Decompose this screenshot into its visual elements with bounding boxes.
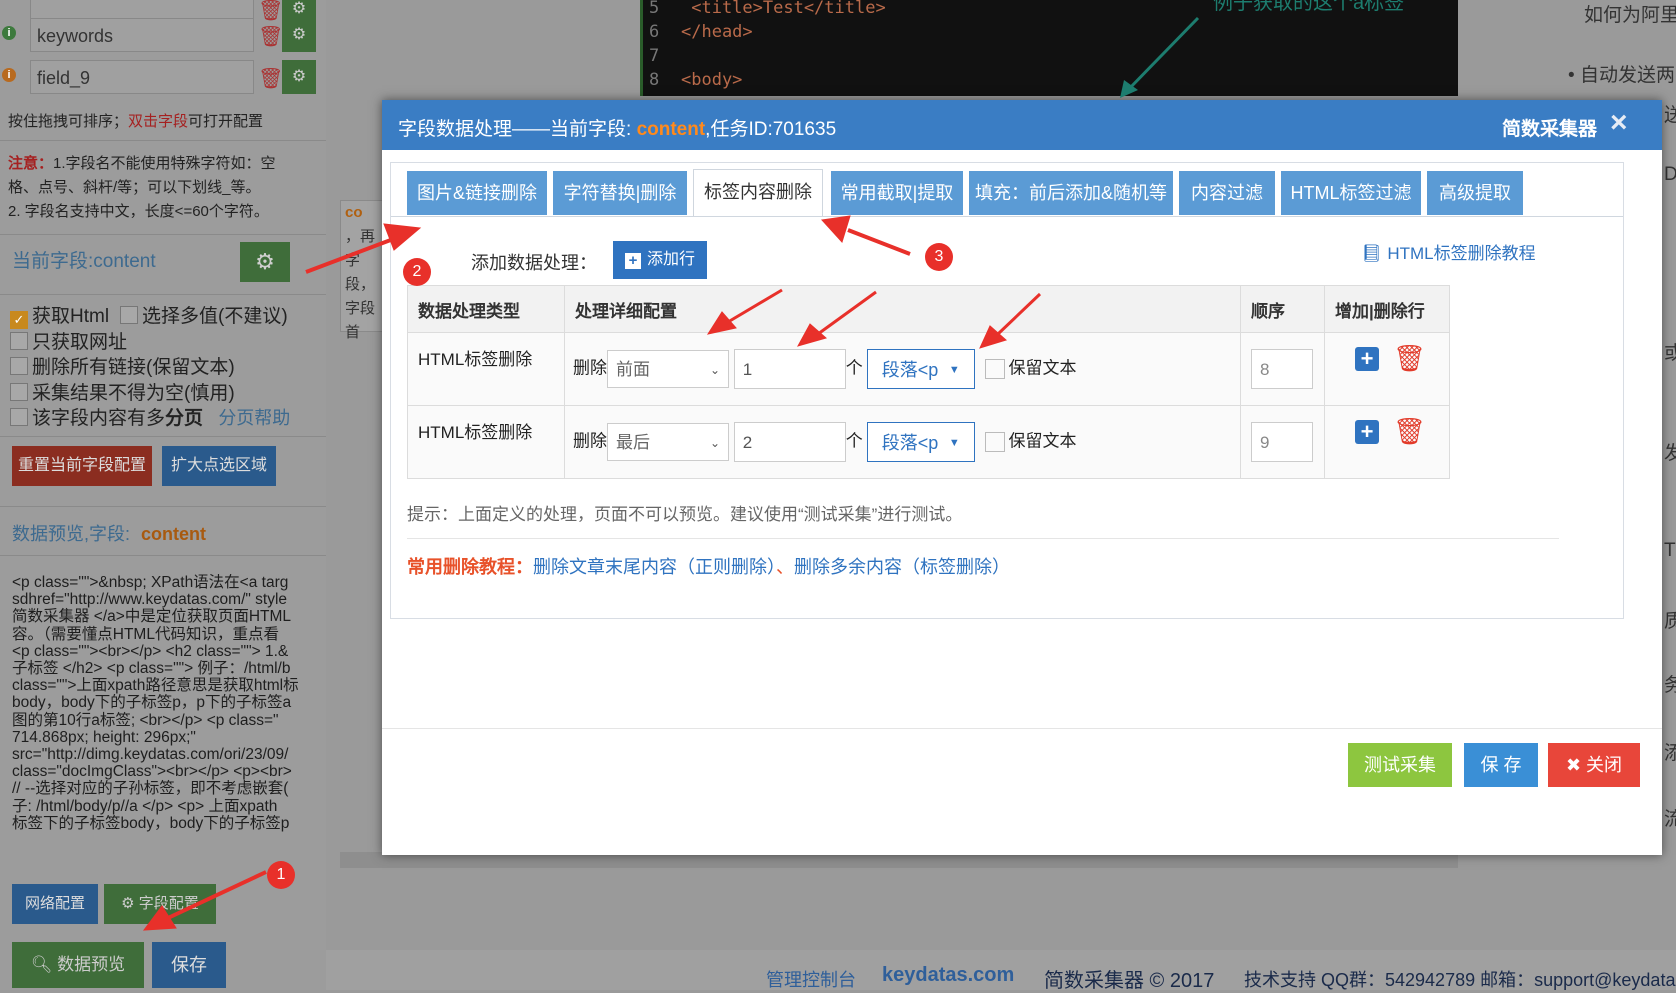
annotation-badge: 2 — [403, 258, 431, 286]
annotation-badge: 3 — [925, 243, 953, 271]
annotation-badge: 1 — [267, 861, 295, 889]
annotation-arrows — [142, 16, 1200, 931]
